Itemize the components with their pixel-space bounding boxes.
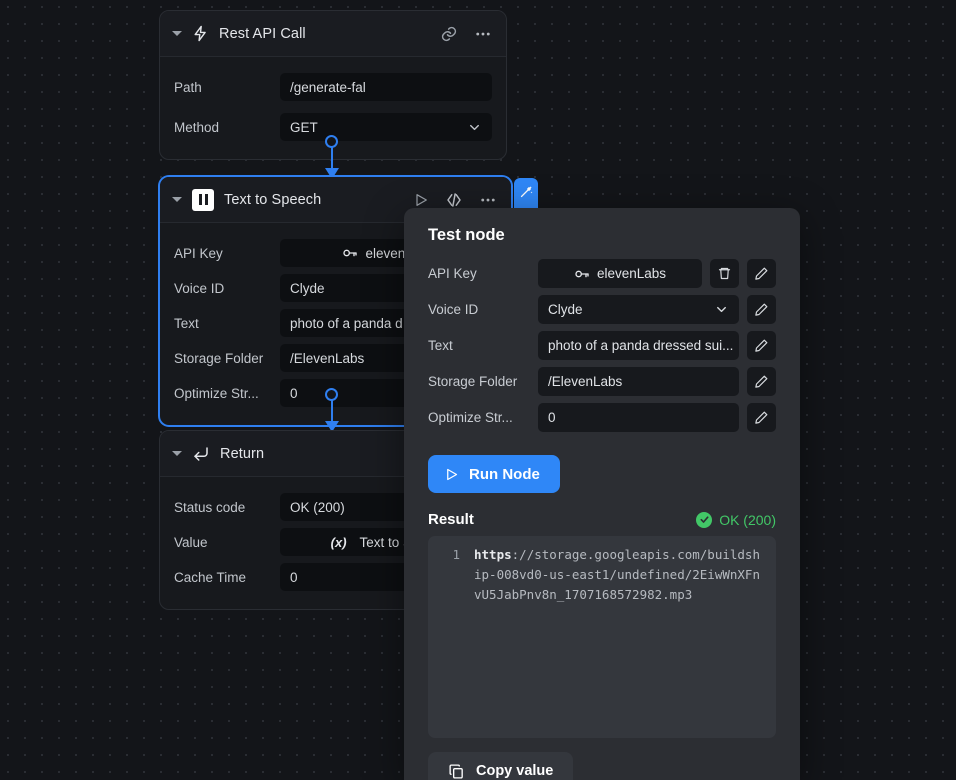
panel-field-row: Storage Folder /ElevenLabs [428, 367, 776, 396]
more-horizontal-icon[interactable] [479, 191, 497, 209]
play-icon [444, 467, 459, 482]
panel-field-row: Optimize Str... 0 [428, 403, 776, 432]
edit-text-button[interactable] [747, 331, 776, 360]
url-rest: ://storage.googleapis.com/buildship-008v… [474, 547, 760, 602]
path-input[interactable]: /generate-fal [280, 73, 492, 101]
chevron-down-icon[interactable] [172, 451, 182, 456]
copy-icon [448, 763, 465, 780]
field-label: API Key [174, 246, 280, 261]
field-label: Text [174, 316, 280, 331]
field-label: Cache Time [174, 570, 280, 585]
panel-field-row: API Key elevenLabs [428, 259, 776, 288]
result-label: Result [428, 511, 474, 528]
copy-value-label: Copy value [476, 763, 553, 779]
edit-storage-folder-button[interactable] [747, 367, 776, 396]
link-icon[interactable] [440, 25, 458, 43]
node-title: Return [220, 446, 264, 462]
lightning-bolt-icon [192, 25, 209, 42]
field-label: Value [174, 535, 280, 550]
panel-field-label: API Key [428, 266, 530, 281]
status-text: OK (200) [719, 512, 776, 528]
panel-title: Test node [428, 226, 776, 245]
edit-optimize-streaming-button[interactable] [747, 403, 776, 432]
check-circle-icon [696, 512, 712, 528]
panel-field-label: Voice ID [428, 302, 530, 317]
node-title: Rest API Call [219, 26, 306, 42]
field-label: Optimize Str... [174, 386, 280, 401]
panel-api-key-input[interactable]: elevenLabs [538, 259, 702, 288]
result-code-block[interactable]: 1 https://storage.googleapis.com/buildsh… [428, 536, 776, 738]
panel-storage-folder-input[interactable]: /ElevenLabs [538, 367, 739, 396]
field-label: Status code [174, 500, 280, 515]
key-icon [574, 266, 590, 282]
test-node-panel: Test node API Key elevenLabs [404, 208, 800, 780]
field-label: Voice ID [174, 281, 280, 296]
chevron-down-icon [714, 302, 729, 317]
key-icon [342, 245, 358, 261]
edit-api-key-button[interactable] [747, 259, 776, 288]
chevron-down-icon [467, 120, 482, 135]
variable-icon: (x) [331, 535, 347, 550]
field-label: Path [174, 80, 280, 95]
workflow-canvas[interactable]: Rest API Call Path /generat [0, 0, 956, 780]
connector-line [331, 400, 333, 422]
magic-wand-icon [519, 184, 534, 199]
chevron-down-icon[interactable] [172, 31, 182, 36]
code-icon[interactable] [445, 191, 463, 209]
panel-field-label: Optimize Str... [428, 410, 530, 425]
return-arrow-icon [192, 445, 210, 463]
run-node-button[interactable]: Run Node [428, 455, 560, 493]
field-label: Method [174, 120, 280, 135]
status-badge: OK (200) [696, 512, 776, 528]
field-label: Storage Folder [174, 351, 280, 366]
panel-field-label: Storage Folder [428, 374, 530, 389]
panel-api-key-value: elevenLabs [597, 266, 666, 281]
run-node-label: Run Node [469, 466, 540, 483]
panel-text-input[interactable]: photo of a panda dressed sui... [538, 331, 739, 360]
result-url-text: https://storage.googleapis.com/buildship… [474, 545, 764, 729]
delete-api-key-button[interactable] [710, 259, 739, 288]
pause-icon[interactable] [192, 189, 214, 211]
play-icon[interactable] [413, 192, 429, 208]
more-horizontal-icon[interactable] [474, 25, 492, 43]
node-title: Text to Speech [224, 192, 321, 208]
chevron-down-icon[interactable] [172, 197, 182, 202]
panel-field-row: Voice ID Clyde [428, 295, 776, 324]
field-row: Path /generate-fal [160, 71, 506, 103]
edit-voice-id-button[interactable] [747, 295, 776, 324]
method-select[interactable]: GET [280, 113, 492, 141]
url-scheme: https [474, 547, 512, 562]
panel-optimize-streaming-input[interactable]: 0 [538, 403, 739, 432]
panel-field-label: Text [428, 338, 530, 353]
panel-voice-id-value: Clyde [548, 302, 583, 317]
copy-value-button[interactable]: Copy value [428, 752, 573, 780]
connector-line [331, 147, 333, 169]
line-number: 1 [434, 545, 460, 729]
result-header: Result OK (200) [428, 511, 776, 528]
method-value: GET [290, 120, 318, 135]
panel-field-row: Text photo of a panda dressed sui... [428, 331, 776, 360]
node-header[interactable]: Rest API Call [160, 11, 506, 57]
panel-voice-id-select[interactable]: Clyde [538, 295, 739, 324]
